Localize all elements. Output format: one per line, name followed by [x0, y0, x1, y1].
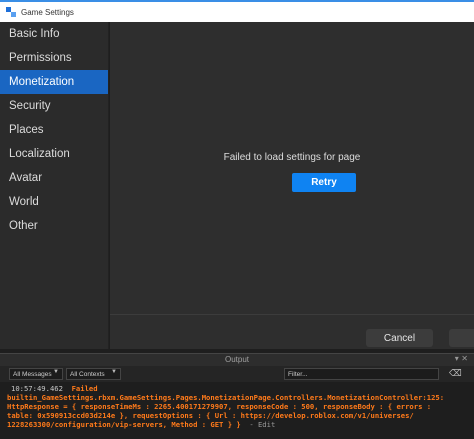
load-error-message: Failed to load settings for page [223, 152, 361, 163]
messages-filter-dropdown[interactable]: All Messages ▼ [9, 368, 63, 380]
title-bar: Game Settings [0, 2, 474, 22]
output-panel-header: Output ▾ ✕ [0, 353, 474, 366]
retry-button[interactable]: Retry [292, 173, 356, 192]
output-title: Output [224, 355, 249, 364]
settings-sidebar: Basic Info Permissions Monetization Secu… [0, 22, 109, 349]
panel-controls-icon[interactable]: ▾ ✕ [455, 354, 468, 363]
output-toolbar: All Messages ▼ All Contexts ▼ Filter... … [0, 366, 474, 382]
save-button[interactable] [449, 329, 474, 347]
window-title: Game Settings [21, 7, 74, 17]
sidebar-item-security[interactable]: Security [0, 94, 108, 118]
log-timestamp: 10:57:49.462 [11, 384, 63, 393]
sidebar-item-avatar[interactable]: Avatar [0, 166, 108, 190]
roblox-studio-icon [6, 7, 16, 17]
log-text: builtin_GameSettings.rbxm.GameSettings.P… [7, 393, 445, 402]
sidebar-item-world[interactable]: World [0, 190, 108, 214]
log-text: table: 0x590913ccd03d214e }, requestOpti… [7, 411, 414, 420]
log-entry: 10:57:49.462 Failed builtin_GameSettings… [7, 384, 471, 429]
output-filter-input[interactable]: Filter... [284, 368, 439, 380]
chevron-down-icon: ▼ [111, 369, 117, 375]
messages-filter-value: All Messages [13, 370, 52, 378]
settings-content-pane: Failed to load settings for page Retry [110, 22, 474, 349]
sidebar-item-monetization[interactable]: Monetization [0, 70, 108, 94]
sidebar-item-basic-info[interactable]: Basic Info [0, 22, 108, 46]
edit-link[interactable]: - Edit [249, 420, 275, 429]
contexts-filter-dropdown[interactable]: All Contexts ▼ [66, 368, 121, 380]
log-text: 1228263300/configuration/vip-servers, Me… [7, 420, 241, 429]
log-text: HttpResponse = { responseTimeMs : 2265.4… [7, 402, 432, 411]
contexts-filter-value: All Contexts [70, 370, 105, 378]
clear-output-icon[interactable]: ⌫ [449, 368, 462, 380]
chevron-down-icon: ▼ [53, 369, 59, 375]
sidebar-item-permissions[interactable]: Permissions [0, 46, 108, 70]
output-log: 10:57:49.462 Failed builtin_GameSettings… [0, 382, 474, 439]
sidebar-item-other[interactable]: Other [0, 214, 108, 238]
sidebar-item-places[interactable]: Places [0, 118, 108, 142]
footer-divider [110, 314, 474, 315]
cancel-button[interactable]: Cancel [366, 329, 433, 347]
log-text: Failed [71, 384, 98, 393]
sidebar-item-localization[interactable]: Localization [0, 142, 108, 166]
